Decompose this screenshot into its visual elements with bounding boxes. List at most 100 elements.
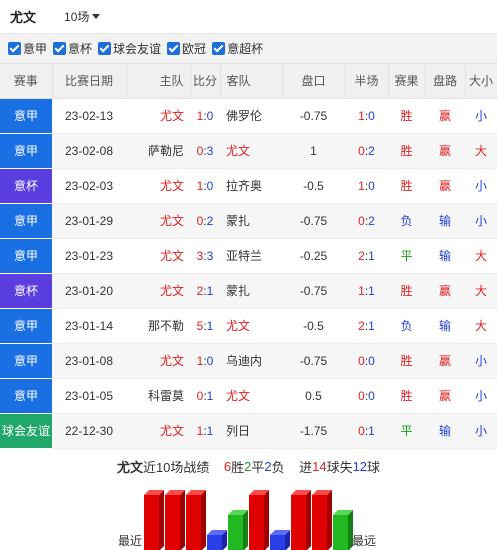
half-home: 2 [358, 318, 365, 333]
away-team[interactable]: 拉齐奥 [220, 168, 282, 204]
half-home: 0 [358, 143, 365, 158]
match-date: 23-01-14 [52, 308, 126, 344]
halftime-score: 0:0 [345, 378, 388, 414]
match-count-dropdown[interactable]: 10场 [64, 8, 101, 25]
league-badge[interactable]: 意甲 [0, 238, 52, 274]
home-team[interactable]: 尤文 [126, 98, 190, 134]
col-header-ah[interactable]: 盘路 [425, 64, 466, 99]
home-team[interactable]: 萨勒尼 [126, 133, 190, 169]
match-date: 23-01-29 [52, 203, 126, 239]
away-team[interactable]: 尤文 [220, 308, 282, 344]
home-team[interactable]: 尤文 [126, 413, 190, 449]
checkbox-checked-icon[interactable] [167, 42, 181, 55]
score: 2:1 [190, 273, 220, 309]
match-date: 23-02-08 [52, 133, 126, 169]
handicap-result: 赢 [425, 98, 465, 134]
league-badge[interactable]: 意杯 [0, 168, 52, 204]
handicap-result: 输 [425, 238, 465, 274]
table-row[interactable]: 意甲 23-01-14 那不勒 5:1 尤文 -0.5 2:1 负输大 [0, 308, 497, 344]
filter-club-friendly[interactable]: 球会友谊 [98, 40, 161, 57]
match-result: 负 [388, 203, 425, 239]
table-row[interactable]: 意杯 23-01-20 尤文 2:1 蒙扎 -0.75 1:1 胜赢大 [0, 273, 497, 309]
halftime-score: 1:0 [345, 168, 388, 204]
league-badge[interactable]: 意杯 [0, 273, 52, 309]
summary-text: 近10场战绩 [142, 460, 210, 475]
col-header-score[interactable]: 比分 [190, 64, 221, 99]
table-row[interactable]: 意杯 23-02-03 尤文 1:0 拉齐奥 -0.5 1:0 胜赢小 [0, 168, 497, 204]
over-under-result: 小 [465, 413, 497, 449]
home-team[interactable]: 尤文 [126, 168, 190, 204]
top-bar: 尤文 10场 [0, 0, 497, 34]
col-header-ou[interactable]: 大小 [465, 64, 497, 99]
col-header-league[interactable]: 赛事 [0, 64, 53, 99]
away-team[interactable]: 尤文 [220, 378, 282, 414]
league-badge[interactable]: 意甲 [0, 98, 52, 134]
over-under-result: 小 [465, 168, 497, 204]
table-header: 赛事 比赛日期 主队 比分 客队 盘口 半场 赛果 盘路 大小 [0, 64, 497, 99]
home-team[interactable]: 尤文 [126, 203, 190, 239]
col-header-away[interactable]: 客队 [220, 64, 283, 99]
filter-serie-a[interactable]: 意甲 [8, 40, 47, 57]
table-row[interactable]: 意甲 23-02-08 萨勒尼 0:3 尤文 1 0:2 胜赢大 [0, 133, 497, 169]
away-team[interactable]: 尤文 [220, 133, 282, 169]
away-team[interactable]: 佛罗伦 [220, 98, 282, 134]
home-team[interactable]: 那不勒 [126, 308, 190, 344]
home-team[interactable]: 科雷莫 [126, 378, 190, 414]
league-badge[interactable]: 意甲 [0, 133, 52, 169]
table-row[interactable]: 意甲 23-01-08 尤文 1:0 乌迪内 -0.75 0:0 胜赢小 [0, 343, 497, 379]
away-team[interactable]: 亚特兰 [220, 238, 282, 274]
handicap: -0.5 [282, 168, 345, 204]
league-badge[interactable]: 意甲 [0, 343, 52, 379]
summary-conceded-label: 球 [367, 460, 381, 475]
table-row[interactable]: 意甲 23-01-29 尤文 0:2 蒙扎 -0.75 0:2 负输小 [0, 203, 497, 239]
home-team[interactable]: 尤文 [126, 343, 190, 379]
col-header-halftime[interactable]: 半场 [345, 64, 389, 99]
match-date: 23-02-03 [52, 168, 126, 204]
table-row[interactable]: 球会友谊 22-12-30 尤文 1:1 列日 -1.75 0:1 平输小 [0, 413, 497, 449]
checkbox-checked-icon[interactable] [53, 42, 67, 55]
checkbox-checked-icon[interactable] [212, 42, 226, 55]
summary-loss-label: 负 [271, 460, 285, 475]
table-row[interactable]: 意甲 23-01-23 尤文 3:3 亚特兰 -0.25 2:1 平输大 [0, 238, 497, 274]
home-team[interactable]: 尤文 [126, 238, 190, 274]
checkbox-checked-icon[interactable] [98, 42, 112, 55]
col-header-result[interactable]: 赛果 [388, 64, 426, 99]
filter-label: 意甲 [23, 42, 48, 56]
handicap: -0.75 [282, 343, 345, 379]
league-badge[interactable]: 意甲 [0, 378, 52, 414]
over-under-result: 小 [465, 378, 497, 414]
form-bar-3 [186, 489, 206, 550]
filter-label: 意超杯 [227, 42, 264, 56]
col-header-date[interactable]: 比赛日期 [52, 64, 127, 99]
filter-champions-league[interactable]: 欧冠 [167, 40, 206, 57]
away-team[interactable]: 蒙扎 [220, 203, 282, 239]
league-badge[interactable]: 意甲 [0, 308, 52, 344]
away-team[interactable]: 蒙扎 [220, 273, 282, 309]
col-header-handicap[interactable]: 盘口 [282, 64, 346, 99]
filter-label: 意杯 [68, 42, 93, 56]
league-badge[interactable]: 球会友谊 [0, 413, 52, 449]
filter-coppa-italia[interactable]: 意杯 [53, 40, 92, 57]
away-team[interactable]: 列日 [220, 413, 282, 449]
table-row[interactable]: 意甲 23-01-05 科雷莫 0:1 尤文 0.5 0:0 胜赢小 [0, 378, 497, 414]
form-bar-7 [270, 529, 290, 550]
match-date: 23-01-05 [52, 378, 126, 414]
over-under-result: 小 [465, 203, 497, 239]
home-team[interactable]: 尤文 [126, 273, 190, 309]
match-count-label: 10场 [64, 10, 90, 24]
halftime-score: 0:2 [345, 133, 388, 169]
away-team[interactable]: 乌迪内 [220, 343, 282, 379]
score-away: 0 [206, 353, 214, 368]
table-row[interactable]: 意甲 23-02-13 尤文 1:0 佛罗伦 -0.75 1:0 胜赢小 [0, 98, 497, 134]
handicap-result: 赢 [425, 168, 465, 204]
league-badge[interactable]: 意甲 [0, 203, 52, 239]
summary-draws: 2 [244, 459, 252, 474]
col-header-home[interactable]: 主队 [126, 64, 191, 99]
handicap: 1 [282, 133, 345, 169]
halftime-score: 0:1 [345, 413, 388, 449]
over-under-result: 大 [465, 308, 497, 344]
summary-scored-prefix: 进 [299, 460, 313, 475]
filter-supercoppa[interactable]: 意超杯 [212, 40, 263, 57]
checkbox-checked-icon[interactable] [8, 42, 21, 55]
halftime-score: 2:1 [345, 308, 388, 344]
